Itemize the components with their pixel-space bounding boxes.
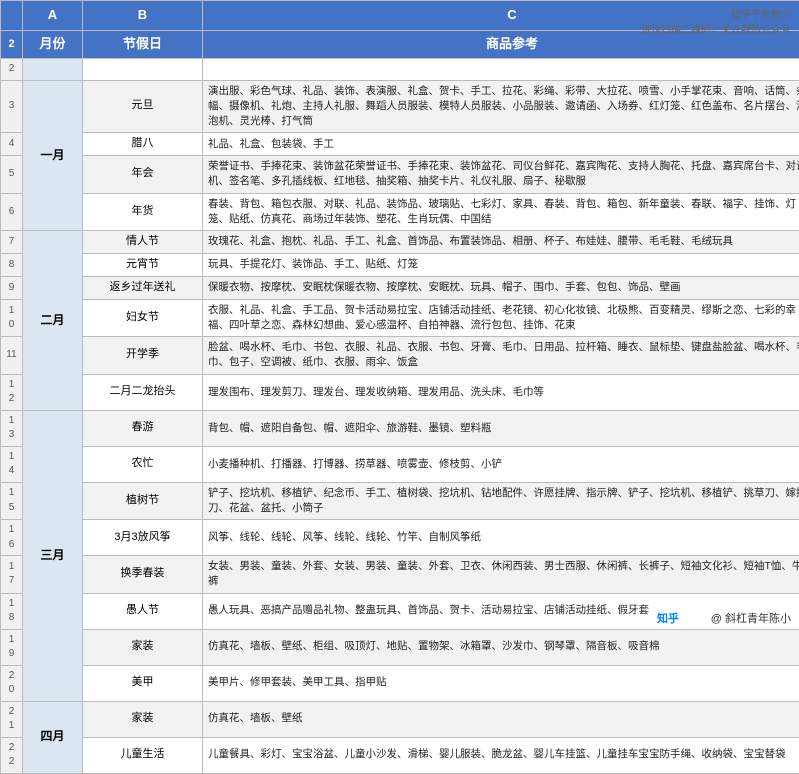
holiday-col-label: 节假日 (83, 31, 203, 59)
table-row: 12 二月二龙抬头理发围布、理发剪刀、理发台、理发收纳箱、理发用品、洗头床、毛巾等 (1, 374, 799, 410)
table-row: 3一月元旦演出服、彩色气球、礼品、装饰、表演服、礼盒、贺卡、手工、拉花、彩绳、彩… (1, 80, 799, 133)
holiday-cell: 年货 (83, 193, 203, 230)
month-cell: 三月 (23, 410, 83, 701)
table-row: 15 植树节铲子、挖坑机、移植铲、纪念币、手工、植树袋、挖坑机、钻地配件、许愿挂牌… (1, 482, 799, 519)
month-col-label: 月份 (23, 31, 83, 59)
zhihu-logo: 知乎 (657, 610, 679, 626)
holiday-cell: 返乡过年送礼 (83, 276, 203, 299)
row-number: 5 (1, 156, 23, 193)
holiday-cell: 农忙 (83, 446, 203, 482)
row-number: 4 (1, 133, 23, 156)
holiday-cell (83, 59, 203, 81)
table-row: 10 妇女节衣服、礼品、礼盒、手工品、贺卡活动易拉宝、店铺活动挂纸、老花镜、初心化… (1, 299, 799, 336)
watermark: 知乎千年包少 进也扫描二维码，关注我的公众号 (641, 8, 791, 38)
table-row: 22 儿童生活儿童餐具、彩灯、宝宝浴盆、儿童小沙发、滑梯、婴儿服装、脆龙盆、婴儿车… (1, 737, 799, 773)
goods-cell: 春装、背包、箱包衣服、对联、礼品、装饰品、玻璃贴、七彩灯、家具、春装、背包、箱包… (203, 193, 799, 230)
table-row: 7二月情人节玫瑰花、礼盒、抱枕、礼品、手工、礼盒、首饰品、布置装饰品、相册、杯子… (1, 230, 799, 253)
row-number: 19 (1, 629, 23, 665)
row-number: 8 (1, 253, 23, 276)
holiday-cell: 儿童生活 (83, 737, 203, 773)
row-number: 13 (1, 410, 23, 446)
goods-cell: 背包、帽、遮阳自备包、帽、遮阳伞、旅游鞋、墨镜、塑料瓶 (203, 410, 799, 446)
holiday-cell: 元旦 (83, 80, 203, 133)
holiday-cell: 情人节 (83, 230, 203, 253)
holiday-cell: 家装 (83, 629, 203, 665)
goods-cell: 玩具、手提花灯、装饰品、手工、贴纸、灯笼 (203, 253, 799, 276)
holiday-cell: 春游 (83, 410, 203, 446)
goods-cell: 女装、男装、童装、外套、女装、男装、童装、外套、卫衣、休闲西装、男士西服、休闲裤… (203, 556, 799, 593)
row-number: 18 (1, 593, 23, 629)
table-row: 5 年会荣誉证书、手捧花束、装饰盆花荣誉证书、手捧花束、装饰盆花、司仪台鲜花、嘉宾… (1, 156, 799, 193)
holiday-cell: 3月3放风筝 (83, 520, 203, 556)
goods-cell: 衣服、礼品、礼盒、手工品、贺卡活动易拉宝、店铺活动挂纸、老花镜、初心化妆镜、北极… (203, 299, 799, 336)
holiday-cell: 换季春装 (83, 556, 203, 593)
table-row: 20 美甲美甲片、修甲套装、美甲工具、指甲贴 (1, 665, 799, 701)
holiday-cell: 元宵节 (83, 253, 203, 276)
goods-cell: 仿真花、墙板、壁纸、柜组、吸顶灯、地贴、置物架、冰箱罩、沙发巾、钢琴罩、隔音板、… (203, 629, 799, 665)
row-number: 6 (1, 193, 23, 230)
row-2-num: 2 (1, 31, 23, 59)
row-number: 16 (1, 520, 23, 556)
col-b-header: B (83, 1, 203, 31)
month-cell: 四月 (23, 701, 83, 773)
row-number: 15 (1, 482, 23, 519)
goods-cell: 演出服、彩色气球、礼品、装饰、表演服、礼盒、贺卡、手工、拉花、彩绳、彩带、大拉花… (203, 80, 799, 133)
row-number: 11 (1, 337, 23, 374)
goods-cell: 礼品、礼盒、包装袋、手工 (203, 133, 799, 156)
goods-cell (203, 59, 799, 81)
goods-cell: 小麦播种机、打播器、打博器、捞草器、喷雾壶、修枝剪、小铲 (203, 446, 799, 482)
table-row: 2 (1, 59, 799, 81)
row-number: 14 (1, 446, 23, 482)
goods-cell: 愚人玩具、恶搞产品赠品礼物、整蛊玩具、首饰品、贺卡、活动易拉宝、店铺活动挂纸、假… (203, 593, 799, 629)
holiday-cell: 开学季 (83, 337, 203, 374)
row-number: 7 (1, 230, 23, 253)
month-cell: 二月 (23, 230, 83, 410)
row-number: 10 (1, 299, 23, 336)
holiday-cell: 植树节 (83, 482, 203, 519)
table-row: 4 腊八礼品、礼盒、包装袋、手工 (1, 133, 799, 156)
holiday-cell: 愚人节 (83, 593, 203, 629)
table-row: 21四月家装仿真花、墙板、壁纸 (1, 701, 799, 737)
table-row: 9 返乡过年送礼保暖衣物、按摩枕、安眠枕保暖衣物、按摩枕、安眠枕、玩具、帽子、围巾… (1, 276, 799, 299)
table-row: 13三月春游背包、帽、遮阳自备包、帽、遮阳伞、旅游鞋、墨镜、塑料瓶 (1, 410, 799, 446)
row-number: 20 (1, 665, 23, 701)
col-a-header: A (23, 1, 83, 31)
table-row: 11 开学季脸盆、喝水杯、毛巾、书包、衣服、礼品、衣服、书包、牙膏、毛巾、日用品、… (1, 337, 799, 374)
table-body: 23一月元旦演出服、彩色气球、礼品、装饰、表演服、礼盒、贺卡、手工、拉花、彩绳、… (1, 59, 799, 774)
goods-cell: 玫瑰花、礼盒、抱枕、礼品、手工、礼盒、首饰品、布置装饰品、相册、杯子、布娃娃、腰… (203, 230, 799, 253)
holiday-cell: 妇女节 (83, 299, 203, 336)
month-cell (23, 59, 83, 81)
row-number: 21 (1, 701, 23, 737)
table-row: 14 农忙小麦播种机、打播器、打博器、捞草器、喷雾壶、修枝剪、小铲 (1, 446, 799, 482)
goods-cell: 理发围布、理发剪刀、理发台、理发收纳箱、理发用品、洗头床、毛巾等 (203, 374, 799, 410)
row-number: 3 (1, 80, 23, 133)
goods-cell: 仿真花、墙板、壁纸 (203, 701, 799, 737)
holiday-cell: 美甲 (83, 665, 203, 701)
goods-cell: 美甲片、修甲套装、美甲工具、指甲贴 (203, 665, 799, 701)
month-cell: 一月 (23, 80, 83, 230)
row-number: 17 (1, 556, 23, 593)
holiday-cell: 二月二龙抬头 (83, 374, 203, 410)
table-row: 19 家装仿真花、墙板、壁纸、柜组、吸顶灯、地贴、置物架、冰箱罩、沙发巾、钢琴罩、… (1, 629, 799, 665)
table-row: 18 愚人节愚人玩具、恶搞产品赠品礼物、整蛊玩具、首饰品、贺卡、活动易拉宝、店铺活… (1, 593, 799, 629)
goods-cell: 儿童餐具、彩灯、宝宝浴盆、儿童小沙发、滑梯、婴儿服装、脆龙盆、婴儿车挂篮、儿童挂… (203, 737, 799, 773)
holiday-cell: 年会 (83, 156, 203, 193)
row-number: 12 (1, 374, 23, 410)
table-row: 17 换季春装女装、男装、童装、外套、女装、男装、童装、外套、卫衣、休闲西装、男士… (1, 556, 799, 593)
goods-cell: 脸盆、喝水杯、毛巾、书包、衣服、礼品、衣服、书包、牙膏、毛巾、日用品、拉杆箱、睡… (203, 337, 799, 374)
holiday-cell: 家装 (83, 701, 203, 737)
table-row: 16 3月3放风筝风筝、线轮、线轮、风筝、线轮、线轮、竹竿、自制风筝纸 (1, 520, 799, 556)
goods-cell: 铲子、挖坑机、移植铲、纪念币、手工、植树袋、挖坑机、钻地配件、许愿挂牌、指示牌、… (203, 482, 799, 519)
goods-cell: 保暖衣物、按摩枕、安眠枕保暖衣物、按摩枕、安眠枕、玩具、帽子、围巾、手套、包包、… (203, 276, 799, 299)
row-number: 9 (1, 276, 23, 299)
row-number: 2 (1, 59, 23, 81)
goods-cell: 荣誉证书、手捧花束、装饰盆花荣誉证书、手捧花束、装饰盆花、司仪台鲜花、嘉宾陶花、… (203, 156, 799, 193)
table-row: 8 元宵节玩具、手提花灯、装饰品、手工、贴纸、灯笼 (1, 253, 799, 276)
corner-cell (1, 1, 23, 31)
table-row: 6 年货春装、背包、箱包衣服、对联、礼品、装饰品、玻璃贴、七彩灯、家具、春装、背包… (1, 193, 799, 230)
holiday-cell: 腊八 (83, 133, 203, 156)
row-number: 22 (1, 737, 23, 773)
author-tag: @ 斜杠青年陈小 (711, 610, 791, 626)
goods-cell: 风筝、线轮、线轮、风筝、线轮、线轮、竹竿、自制风筝纸 (203, 520, 799, 556)
